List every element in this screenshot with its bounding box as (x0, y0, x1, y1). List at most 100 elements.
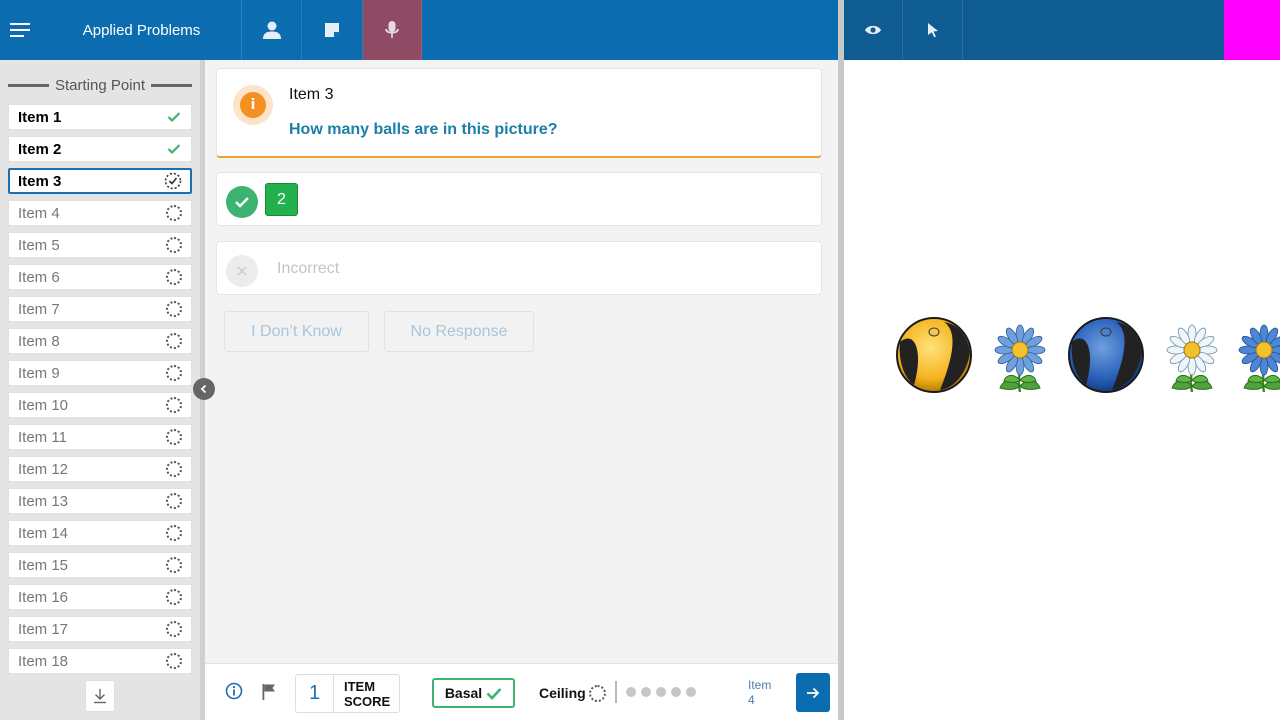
arrow-right-icon (807, 687, 820, 698)
in-progress-icon (164, 172, 182, 190)
ceiling-status-icon (589, 685, 606, 702)
item-score-value: 1 (296, 675, 334, 712)
ceiling-dot (641, 687, 651, 697)
item-score-label: ITEM SCORE (344, 679, 391, 709)
sidebar-item[interactable]: Item 17 (8, 616, 192, 642)
sidebar-item[interactable]: Item 5 (8, 232, 192, 258)
preview-button[interactable] (844, 0, 903, 60)
info-badge: i (233, 85, 273, 125)
sidebar-item-label: Item 11 (18, 428, 67, 446)
pending-status-icon (165, 524, 183, 542)
sidebar-item[interactable]: Item 3 (8, 168, 192, 194)
pending-status-icon (165, 428, 183, 446)
note-icon (325, 23, 339, 37)
sidebar-item[interactable]: Item 13 (8, 488, 192, 514)
item-sidebar: Starting Point Item 1 Item 2 Item 3 Item 4I… (0, 60, 200, 720)
item-score-box: 1 ITEM SCORE (295, 674, 400, 713)
ceiling-dot (671, 687, 681, 697)
sidebar-item-label: Item 10 (18, 396, 69, 414)
sidebar-item[interactable]: Item 9 (8, 360, 192, 386)
sidebar-item-label: Item 16 (18, 588, 69, 606)
next-item-label: Item 4 (748, 678, 772, 707)
eye-icon (865, 25, 881, 35)
complete-check-icon (165, 140, 183, 158)
sidebar-item[interactable]: Item 12 (8, 456, 192, 482)
sidebar-item[interactable]: Item 15 (8, 552, 192, 578)
menu-icon (10, 23, 30, 37)
next-item-button[interactable] (796, 673, 830, 712)
basal-badge: Basal (432, 678, 515, 708)
ceiling-progress-dots (626, 687, 696, 697)
pending-status-icon (165, 460, 183, 478)
correct-response-card[interactable]: 2 (216, 172, 822, 226)
menu-button[interactable] (0, 0, 42, 60)
blue-daisy-partial (1238, 324, 1280, 394)
microphone-button[interactable] (363, 0, 422, 60)
correct-answer-chip[interactable]: 2 (265, 183, 298, 216)
no-response-button[interactable]: No Response (384, 311, 534, 352)
pending-status-icon (165, 300, 183, 318)
yellow-beach-ball (896, 317, 972, 393)
sidebar-item-label: Item 3 (18, 172, 62, 190)
pending-status-icon (165, 268, 183, 286)
sidebar-item[interactable]: Item 8 (8, 328, 192, 354)
pending-status-icon (165, 652, 183, 670)
pending-status-icon (165, 556, 183, 574)
cursor-icon (927, 23, 938, 38)
sidebar-item-label: Item 2 (18, 140, 62, 158)
sidebar-item[interactable]: Item 2 (8, 136, 192, 162)
pointer-button[interactable] (903, 0, 963, 60)
complete-check-icon (165, 108, 183, 126)
chevron-left-icon (200, 384, 207, 394)
question-prompt: How many balls are in this picture? (289, 121, 558, 138)
collapse-sidebar-button[interactable] (193, 378, 215, 400)
notes-button[interactable] (302, 0, 363, 60)
pending-status-icon (165, 332, 183, 350)
scoring-footer: 1 ITEM SCORE Basal Ceiling Item 4 (205, 663, 838, 720)
pending-status-icon (165, 364, 183, 382)
pending-status-icon (165, 620, 183, 638)
sidebar-item-label: Item 7 (18, 300, 60, 318)
blue-beach-ball (1068, 317, 1144, 393)
sidebar-item[interactable]: Item 6 (8, 264, 192, 290)
sidebar-item-label: Item 8 (18, 332, 60, 350)
sidebar-item-label: Item 14 (18, 524, 69, 542)
incorrect-x-icon[interactable] (226, 255, 258, 287)
sidebar-item[interactable]: Item 11 (8, 424, 192, 450)
white-daisy (1166, 324, 1218, 394)
ceiling-dot (656, 687, 666, 697)
flag-icon (262, 684, 275, 700)
info-icon: i (240, 92, 266, 118)
sidebar-item-label: Item 1 (18, 108, 62, 126)
sidebar-item-label: Item 6 (18, 268, 60, 286)
stimulus-picture (896, 317, 1280, 394)
sidebar-item-label: Item 12 (18, 460, 69, 478)
flag-button[interactable] (261, 683, 277, 706)
app-title: Applied Problems (42, 0, 242, 60)
pending-status-icon (165, 204, 183, 222)
download-button[interactable] (85, 680, 115, 712)
sidebar-item-label: Item 15 (18, 556, 69, 574)
sidebar-item[interactable]: Item 4 (8, 200, 192, 226)
info-outline-icon (225, 682, 243, 700)
sidebar-item[interactable]: Item 10 (8, 392, 192, 418)
magenta-block (1224, 0, 1280, 60)
pending-status-icon (165, 396, 183, 414)
sidebar-item[interactable]: Item 14 (8, 520, 192, 546)
sidebar-item-label: Item 5 (18, 236, 60, 254)
examinee-button[interactable] (242, 0, 302, 60)
sidebar-item-label: Item 9 (18, 364, 60, 382)
dont-know-button[interactable]: I Don’t Know (224, 311, 369, 352)
footer-info-button[interactable] (225, 682, 243, 705)
incorrect-response-card[interactable]: Incorrect (216, 241, 822, 295)
basal-check-icon (486, 687, 502, 700)
sidebar-item-label: Item 4 (18, 204, 60, 222)
sidebar-item[interactable]: Item 18 (8, 648, 192, 674)
sidebar-item[interactable]: Item 1 (8, 104, 192, 130)
pending-status-icon (165, 236, 183, 254)
sidebar-item[interactable]: Item 7 (8, 296, 192, 322)
sidebar-item[interactable]: Item 16 (8, 584, 192, 610)
download-icon (94, 689, 106, 704)
person-icon (262, 21, 281, 39)
correct-check-icon[interactable] (226, 186, 258, 218)
